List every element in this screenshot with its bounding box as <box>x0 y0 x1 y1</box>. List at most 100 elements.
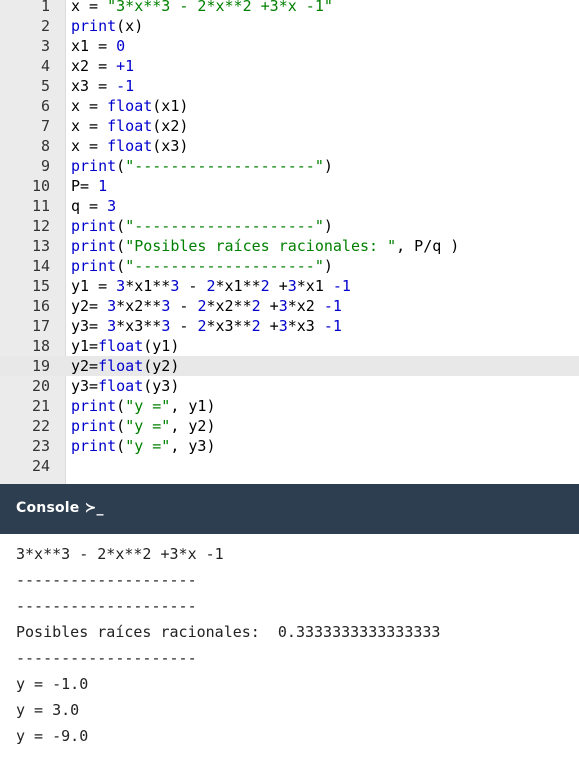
code-line[interactable]: 18 y1=float(y1) <box>0 336 579 356</box>
code-text[interactable]: print("--------------------") <box>71 256 333 276</box>
code-line[interactable]: 16 y2= 3*x2**3 - 2*x2**2 +3*x2 -1 <box>0 296 579 316</box>
code-token: 3 <box>161 317 171 335</box>
code-line[interactable]: 15 y1 = 3*x1**3 - 2*x1**2 +3*x1 -1 <box>0 276 579 296</box>
code-text[interactable]: x3 = -1 <box>71 76 134 96</box>
code-line[interactable]: 17 y3= 3*x3**3 - 2*x3**2 +3*x3 -1 <box>0 316 579 336</box>
code-token: print <box>71 397 117 415</box>
code-line[interactable]: 9 print("--------------------") <box>0 156 579 176</box>
code-line[interactable]: 3 x1 = 0 <box>0 36 579 56</box>
code-token: x1 = <box>71 37 117 55</box>
code-token: -1 <box>116 77 135 95</box>
code-text[interactable]: print("y =", y1) <box>71 396 216 416</box>
code-text[interactable]: y1 = 3*x1**3 - 2*x1**2 +3*x1 -1 <box>71 276 351 296</box>
code-token: *x2** <box>116 297 162 315</box>
code-text[interactable]: x1 = 0 <box>71 36 125 56</box>
code-token: "--------------------" <box>125 217 324 235</box>
line-number: 7 <box>40 117 50 135</box>
code-token: ( <box>116 437 126 455</box>
code-token: 3 <box>107 317 117 335</box>
code-line[interactable]: 22 print("y =", y2) <box>0 416 579 436</box>
code-text[interactable]: print(x) <box>71 16 143 36</box>
code-token: "Posibles raíces racionales: " <box>125 237 397 255</box>
code-text[interactable]: x = float(x3) <box>71 136 188 156</box>
code-token: -1 <box>323 297 342 315</box>
code-token: 2 <box>206 277 216 295</box>
code-line[interactable]: 13 print("Posibles raíces racionales: ", … <box>0 236 579 256</box>
code-token: , P/q ) <box>396 237 460 255</box>
code-token: y3= <box>71 377 99 395</box>
code-token: x = <box>71 137 108 155</box>
code-token: - <box>170 317 198 335</box>
console-output-line: y = -9.0 <box>16 727 89 745</box>
console-output-line: 3*x**3 - 2*x**2 +3*x -1 <box>16 545 224 563</box>
console-output-line: y = 3.0 <box>16 701 80 719</box>
code-text[interactable]: y3=float(y3) <box>71 376 179 396</box>
console-output-line: -------------------- <box>16 597 197 615</box>
code-token: - <box>170 297 198 315</box>
code-line[interactable]: 23 print("y =", y3) <box>0 436 579 456</box>
code-token: x = <box>71 117 108 135</box>
code-token: print <box>71 417 117 435</box>
code-token: "3*x**3 - 2*x**2 +3*x -1" <box>107 0 333 15</box>
code-line[interactable]: 2 print(x) <box>0 16 579 36</box>
code-token: float <box>98 357 144 375</box>
code-token: 1 <box>98 177 108 195</box>
code-text[interactable]: x = "3*x**3 - 2*x**2 +3*x -1" <box>71 0 333 16</box>
line-number: 23 <box>31 437 50 455</box>
code-line[interactable]: 19 y2=float(y2) <box>0 356 579 376</box>
code-text[interactable]: y3= 3*x3**3 - 2*x3**2 +3*x3 -1 <box>71 316 342 336</box>
line-number: 21 <box>31 397 50 415</box>
code-line[interactable]: 5 x3 = -1 <box>0 76 579 96</box>
code-text[interactable]: print("y =", y2) <box>71 416 216 436</box>
code-token: "--------------------" <box>125 157 324 175</box>
line-number: 5 <box>40 77 50 95</box>
code-text[interactable]: y1=float(y1) <box>71 336 179 356</box>
code-text[interactable]: print("y =", y3) <box>71 436 216 456</box>
code-line[interactable]: 4 x2 = +1 <box>0 56 579 76</box>
console-output-line: y = -1.0 <box>16 675 89 693</box>
code-token: ) <box>323 257 333 275</box>
code-text[interactable]: y2= 3*x2**3 - 2*x2**2 +3*x2 -1 <box>71 296 342 316</box>
code-line[interactable]: 8 x = float(x3) <box>0 136 579 156</box>
line-number: 8 <box>40 137 50 155</box>
console-output: 3*x**3 - 2*x**2 +3*x -1 -----------------… <box>0 534 579 778</box>
code-text[interactable]: print("--------------------") <box>71 156 333 176</box>
line-number: 3 <box>40 37 50 55</box>
code-token: 2 <box>260 277 270 295</box>
code-token: y1= <box>71 337 99 355</box>
code-token: + <box>260 317 279 335</box>
console-output-line: -------------------- <box>16 571 197 589</box>
code-editor[interactable]: 1x = "3*x**3 - 2*x**2 +3*x -1" 2 print(x) 3… <box>0 0 579 484</box>
line-number: 20 <box>31 377 50 395</box>
console-header: Console ≻_ <box>0 484 579 534</box>
line-number: 6 <box>40 97 50 115</box>
line-number: 22 <box>31 417 50 435</box>
code-line[interactable]: 21 print("y =", y1) <box>0 396 579 416</box>
code-token: ( <box>116 237 126 255</box>
code-line[interactable]: 20 y3=float(y3) <box>0 376 579 396</box>
code-token: ( <box>116 417 126 435</box>
code-text[interactable]: x = float(x2) <box>71 116 188 136</box>
code-token: *x1 <box>296 277 333 295</box>
code-text[interactable]: x2 = +1 <box>71 56 134 76</box>
line-number: 24 <box>31 457 50 475</box>
code-text[interactable]: print("Posibles raíces racionales: ", P/… <box>71 236 459 256</box>
code-line[interactable]: 10 P= 1 <box>0 176 579 196</box>
code-token: -1 <box>323 317 342 335</box>
code-line[interactable]: 7 x = float(x2) <box>0 116 579 136</box>
code-line[interactable]: 12 print("--------------------") <box>0 216 579 236</box>
code-token: "y =" <box>125 437 171 455</box>
code-text[interactable]: print("--------------------") <box>71 216 333 236</box>
code-text[interactable]: P= 1 <box>71 176 107 196</box>
code-token: 2 <box>251 297 261 315</box>
code-text[interactable]: x = float(x1) <box>71 96 188 116</box>
line-number: 10 <box>31 177 50 195</box>
code-line[interactable]: 14 print("--------------------") <box>0 256 579 276</box>
code-line[interactable]: 1 x = "3*x**3 - 2*x**2 +3*x -1" <box>0 0 579 16</box>
code-text[interactable]: y2=float(y2) <box>71 356 179 376</box>
code-line[interactable]: 11 q = 3 <box>0 196 579 216</box>
code-line[interactable]: 24 <box>0 456 579 476</box>
code-line[interactable]: 6 x = float(x1) <box>0 96 579 116</box>
code-text[interactable]: q = 3 <box>71 196 116 216</box>
code-token: ( <box>116 397 126 415</box>
